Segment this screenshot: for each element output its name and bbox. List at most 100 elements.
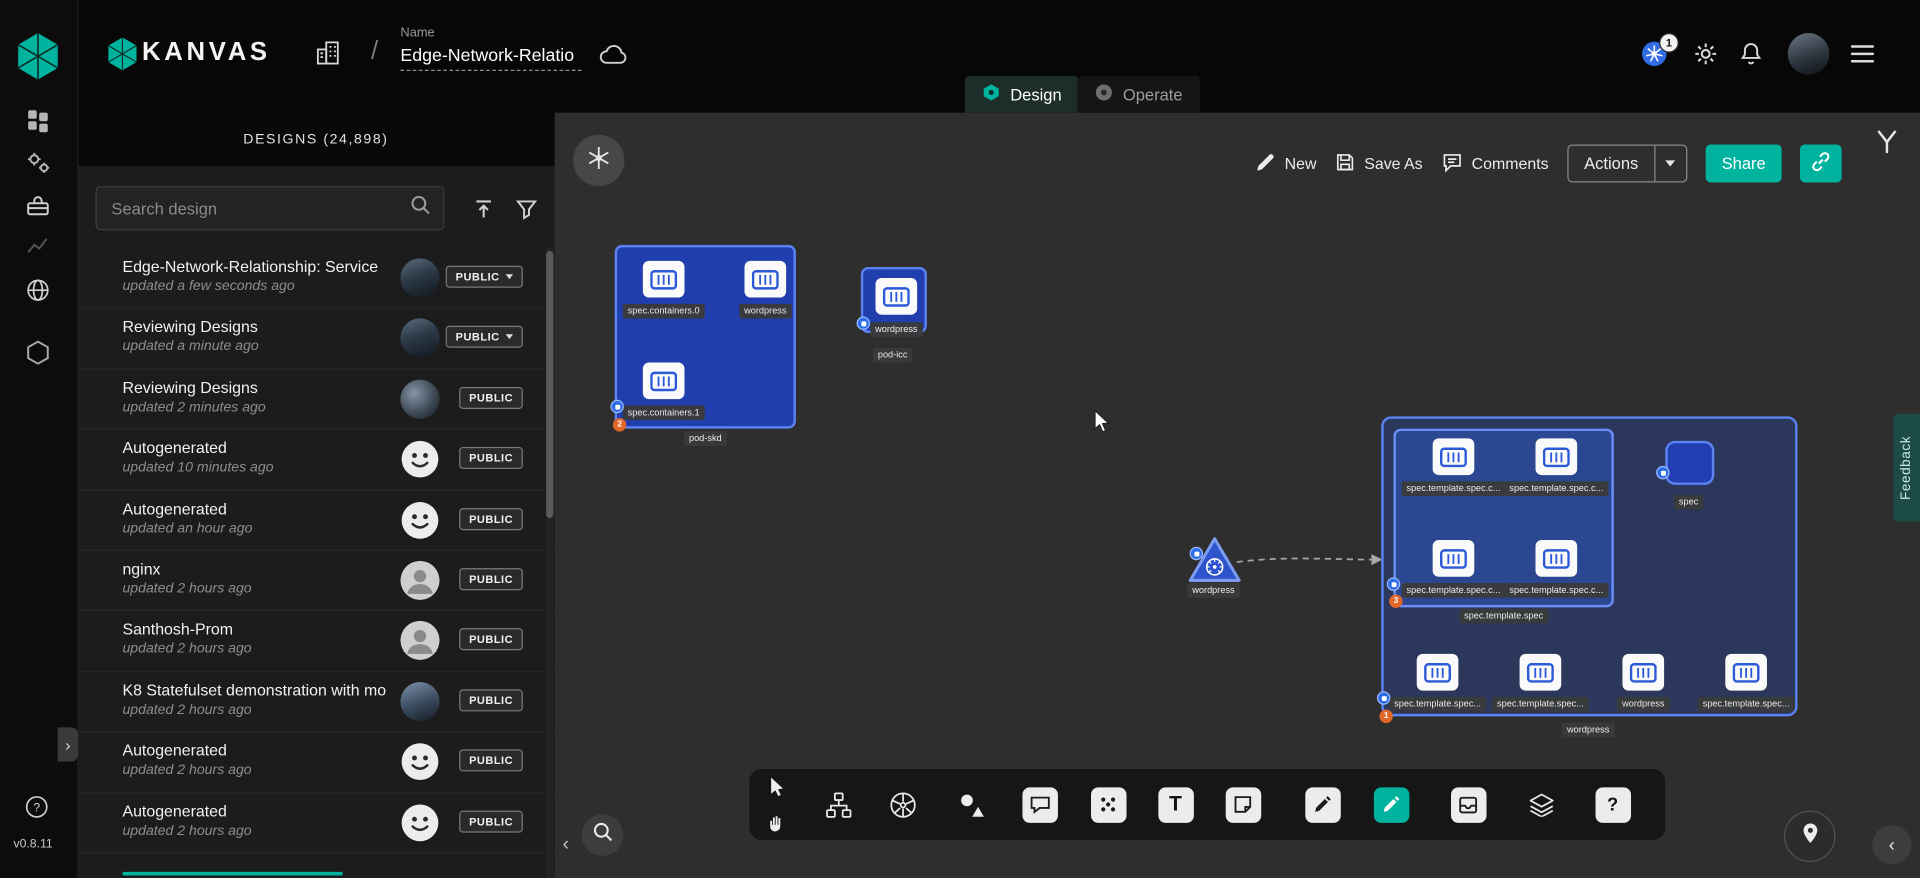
visibility-badge[interactable]: PUBLIC bbox=[446, 326, 523, 348]
visibility-badge[interactable]: PUBLIC bbox=[459, 689, 523, 711]
shapes-icon[interactable] bbox=[948, 781, 995, 828]
collapse-panel-icon[interactable]: ‹ bbox=[562, 834, 569, 856]
pan-hand-icon[interactable] bbox=[754, 798, 801, 845]
import-design-icon[interactable] bbox=[473, 198, 495, 220]
node-pod-spec[interactable] bbox=[1665, 441, 1714, 485]
container-label: spec.template.spec.c... bbox=[1504, 481, 1608, 495]
cloud-sync-icon[interactable] bbox=[598, 42, 629, 65]
metrics-chart-icon[interactable] bbox=[26, 234, 50, 256]
chevron-down-icon bbox=[506, 335, 513, 340]
edge-arrow bbox=[1234, 550, 1383, 570]
note-tool-icon[interactable] bbox=[1220, 781, 1267, 828]
kubernetes-icon[interactable] bbox=[879, 781, 926, 828]
settings-gear-icon[interactable] bbox=[1693, 42, 1717, 66]
visibility-badge[interactable]: PUBLIC bbox=[459, 508, 523, 530]
visibility-badge[interactable]: PUBLIC bbox=[459, 387, 523, 409]
container-icon[interactable] bbox=[1725, 654, 1767, 691]
design-list-item[interactable]: Santhosh-Prom updated 2 hours ago PUBLIC bbox=[77, 611, 555, 671]
visibility-badge[interactable]: PUBLIC bbox=[446, 266, 523, 288]
design-list-item[interactable]: Autogenerated updated 10 minutes ago PUB… bbox=[77, 430, 555, 490]
notifications-bell-icon[interactable] bbox=[1740, 42, 1762, 66]
new-button[interactable]: New bbox=[1255, 151, 1316, 175]
zoom-button[interactable] bbox=[582, 814, 624, 856]
design-list-item[interactable]: Reviewing Designs updated a minute ago P… bbox=[77, 309, 555, 369]
catalog-globe-icon[interactable] bbox=[24, 277, 51, 304]
container-icon[interactable] bbox=[1433, 438, 1475, 475]
comments-button[interactable]: Comments bbox=[1441, 151, 1549, 175]
version-label: v0.8.11 bbox=[13, 838, 52, 851]
help-icon[interactable]: ? bbox=[24, 795, 48, 819]
tab-operate[interactable]: Operate bbox=[1078, 76, 1200, 113]
user-avatar[interactable] bbox=[1788, 33, 1830, 75]
kanvas-logo-icon[interactable] bbox=[15, 31, 62, 82]
comment-tool-icon[interactable] bbox=[1016, 781, 1063, 828]
drawer-icon[interactable] bbox=[1445, 781, 1492, 828]
visibility-badge[interactable]: PUBLIC bbox=[459, 447, 523, 469]
cluster-status-button[interactable] bbox=[573, 135, 624, 186]
node-deployment-wordpress[interactable]: spec.template.spec.c... spec.template.sp… bbox=[1381, 416, 1797, 716]
kanvas-mark-icon[interactable] bbox=[24, 339, 51, 366]
locate-button[interactable] bbox=[1784, 811, 1835, 862]
collapse-right-icon[interactable]: ‹ bbox=[1872, 825, 1911, 864]
design-list-item[interactable]: nginx updated 2 hours ago PUBLIC bbox=[77, 551, 555, 611]
tab-design[interactable]: Design bbox=[965, 76, 1079, 113]
container-icon[interactable] bbox=[1536, 540, 1578, 577]
organization-icon[interactable] bbox=[315, 40, 341, 66]
container-label: wordpress bbox=[870, 322, 922, 336]
actions-dropdown-button[interactable]: Actions bbox=[1567, 144, 1687, 182]
visibility-badge[interactable]: PUBLIC bbox=[459, 629, 523, 651]
container-icon[interactable] bbox=[643, 261, 685, 298]
search-box[interactable] bbox=[96, 186, 445, 230]
container-icon[interactable] bbox=[744, 261, 786, 298]
container-icon[interactable] bbox=[1520, 654, 1562, 691]
container-icon[interactable] bbox=[876, 278, 918, 315]
dice-icon[interactable] bbox=[1085, 781, 1132, 828]
text-tool-icon[interactable]: T bbox=[1152, 781, 1199, 828]
save-as-button[interactable]: Save As bbox=[1335, 151, 1423, 175]
container-icon[interactable] bbox=[1433, 540, 1475, 577]
hamburger-menu-icon[interactable] bbox=[1851, 40, 1874, 67]
share-button[interactable]: Share bbox=[1706, 144, 1782, 182]
design-updated: updated 10 minutes ago bbox=[122, 461, 273, 476]
toolbox-help-icon[interactable]: ? bbox=[1589, 781, 1636, 828]
visibility-badge[interactable]: PUBLIC bbox=[459, 750, 523, 772]
container-icon[interactable] bbox=[1536, 438, 1578, 475]
design-name-input[interactable] bbox=[400, 44, 581, 71]
search-input[interactable] bbox=[109, 198, 410, 219]
node-pod-skd[interactable]: spec.containers.0 wordpress spec.contain… bbox=[615, 245, 796, 429]
hierarchy-icon[interactable] bbox=[816, 781, 863, 828]
container-icon[interactable] bbox=[1417, 654, 1459, 691]
design-list-item[interactable]: Edge-Network-Relationship: Service updat… bbox=[77, 249, 555, 309]
design-list-item[interactable]: Autogenerated updated an hour ago PUBLIC bbox=[77, 490, 555, 550]
merge-branch-icon[interactable] bbox=[1876, 130, 1898, 154]
design-list-item[interactable]: K8 Statefulset demonstration with mo upd… bbox=[77, 672, 555, 732]
container-label: spec.containers.0 bbox=[623, 304, 705, 318]
operate-tab-icon bbox=[1095, 83, 1113, 105]
panel-expand-handle[interactable]: › bbox=[58, 727, 79, 761]
node-pod-template-group[interactable]: spec.template.spec.c... spec.template.sp… bbox=[1393, 429, 1613, 608]
freehand-draw-icon[interactable] bbox=[1368, 781, 1415, 828]
pen-tool-icon[interactable] bbox=[1299, 781, 1346, 828]
design-list-item[interactable]: Autogenerated updated 2 hours ago PUBLIC bbox=[77, 793, 555, 853]
container-icon[interactable] bbox=[643, 362, 685, 399]
container-icon[interactable] bbox=[1622, 654, 1664, 691]
design-list-item[interactable]: Reviewing Designs updated 2 minutes ago … bbox=[77, 370, 555, 430]
visibility-badge[interactable]: PUBLIC bbox=[459, 568, 523, 590]
feedback-tab[interactable]: Feedback bbox=[1893, 414, 1920, 522]
design-name: Reviewing Designs bbox=[122, 318, 257, 336]
layers-icon[interactable] bbox=[1518, 781, 1565, 828]
dashboard-icon[interactable] bbox=[24, 107, 51, 134]
visibility-badge[interactable]: PUBLIC bbox=[459, 810, 523, 832]
copy-link-button[interactable] bbox=[1800, 144, 1842, 182]
smiley-avatar bbox=[400, 742, 439, 781]
design-canvas[interactable]: New Save As Comments Actions Share bbox=[555, 113, 1920, 878]
scrollbar-thumb[interactable] bbox=[546, 251, 553, 518]
person-avatar bbox=[400, 621, 439, 660]
design-updated: updated 2 hours ago bbox=[122, 823, 251, 838]
workspaces-gears-icon[interactable] bbox=[24, 149, 51, 176]
node-pod-icc[interactable]: wordpress bbox=[861, 267, 927, 333]
design-list-item[interactable]: Autogenerated updated 2 hours ago PUBLIC bbox=[77, 732, 555, 792]
chevron-down-icon[interactable] bbox=[1654, 146, 1686, 182]
filter-icon[interactable] bbox=[516, 199, 538, 220]
toolbox-icon[interactable] bbox=[24, 192, 51, 219]
